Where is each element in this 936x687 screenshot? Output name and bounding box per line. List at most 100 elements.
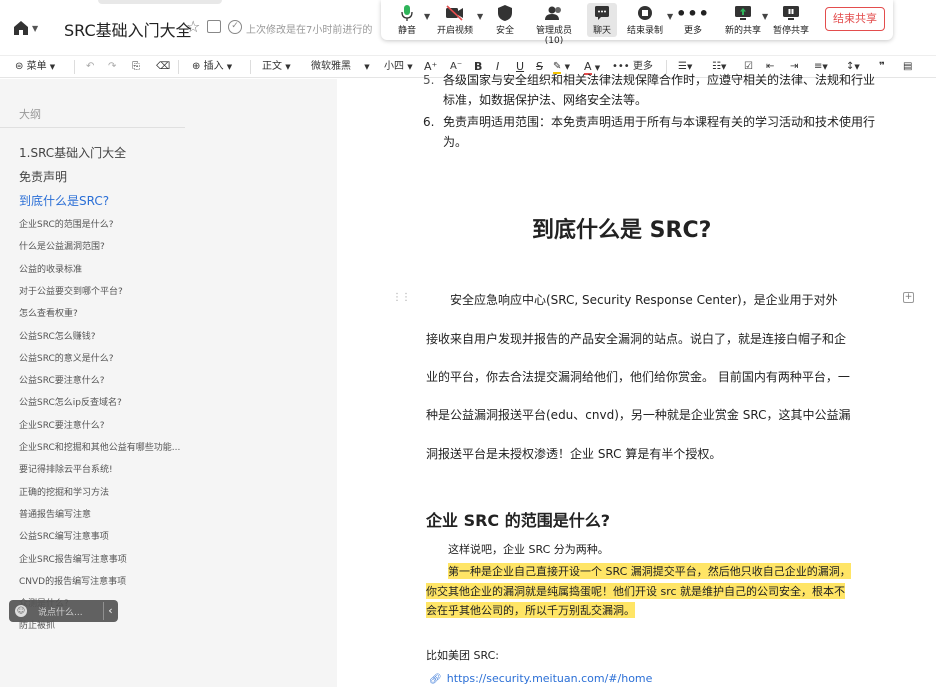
outline-item[interactable]: 普通报告编写注意 [19, 507, 91, 520]
end-recording-button[interactable]: 结束录制 [623, 3, 667, 37]
outline-item[interactable]: 公益SRC怎么赚钱? [19, 329, 96, 342]
mute-button[interactable]: 静音 [385, 3, 429, 37]
outline-divider [0, 127, 185, 128]
insert-plus-icon: ⊕ [192, 61, 201, 72]
paragraph-style-select[interactable]: 正文 ▼ [262, 59, 291, 75]
list-item-6-line2: 为。 [443, 135, 468, 149]
pause-share-label: 暂停共享 [772, 26, 809, 36]
redo-icon[interactable]: ↷ [108, 59, 116, 75]
manage-members-label: 管理成员(10) [535, 26, 572, 46]
outline-heading: 大纲 [19, 108, 41, 121]
insert-label: 插入 [203, 61, 224, 72]
font-size-caret-icon: ▼ [407, 63, 413, 71]
toolbar-divider [250, 60, 251, 74]
insert-button[interactable]: ⊕ 插入 ▼ [192, 59, 232, 75]
menu-label: 菜单 [26, 61, 47, 72]
paragraph-line: 安全应急响应中心(SRC, Security Response Center)，… [450, 293, 838, 307]
format-painter-icon[interactable]: ⎘ [132, 59, 140, 75]
list-item-6-line1: 免责声明适用范围：本免责声明适用于所有与本课程有关的学习活动和技术使用行 [443, 115, 876, 129]
outline-item[interactable]: 怎么查看权重? [19, 306, 78, 319]
undo-icon[interactable]: ↶ [86, 59, 94, 75]
highlighted-line: 第一种是企业自己直接开设一个 SRC 漏洞提交平台，然后他只收自己企业的漏洞， [448, 563, 851, 579]
chat-input-toast[interactable]: ☺ 说点什么... ‹ [9, 600, 118, 622]
more-button[interactable]: ••• 更多 [671, 3, 715, 37]
collapse-chat-icon[interactable]: ‹ [103, 602, 117, 620]
outline-sidebar: 大纲 1.SRC基础入门大全 免责声明 到底什么是SRC? 企业SRC的范围是什… [0, 79, 200, 687]
outline-item[interactable]: 正确的挖掘和学习方法 [19, 485, 109, 498]
outline-item[interactable]: 企业SRC的范围是什么? [19, 217, 114, 230]
highlighted-line: 会在乎其他公司的，所以千万别乱交漏洞。 [426, 602, 635, 618]
move-to-folder-icon[interactable] [207, 20, 221, 33]
link-text[interactable]: https://security.meituan.com/#/home [447, 672, 653, 685]
home-dropdown-icon[interactable]: ▼ [32, 24, 38, 33]
end-share-button[interactable]: 结束共享 [825, 7, 885, 31]
paragraph-line: 业的平台，你去合法提交漏洞给他们，他们给你赏金。 目前国内有两种平台，一 [426, 370, 850, 384]
link-icon: 🔗︎ [429, 674, 442, 685]
start-video-button[interactable]: 开启视频 [433, 3, 477, 37]
highlighted-line: 你交其他企业的漏洞就是纯属捣蛋呢！他们开设 src 就是维护自己的公司安全，根本… [426, 583, 846, 599]
mute-options-caret-icon[interactable]: ▼ [424, 12, 430, 21]
more-label: 更多 [683, 26, 702, 36]
microphone-icon [385, 3, 429, 23]
home-icon[interactable] [12, 19, 30, 37]
outline-item[interactable]: 公益SRC编写注意事项 [19, 529, 109, 542]
insert-caret-icon: ▼ [226, 63, 233, 71]
font-family-value: 微软雅黑 [311, 61, 351, 72]
new-share-button[interactable]: 新的共享 [721, 3, 765, 37]
shield-icon [483, 3, 527, 23]
outline-item-what-is-src[interactable]: 到底什么是SRC? [19, 192, 109, 209]
screen-share-icon [721, 3, 765, 23]
outline-item[interactable]: 企业SRC和挖掘和其他公益有哪些功能... [19, 440, 180, 453]
more-tools-icon[interactable]: ▤ [903, 59, 912, 75]
meeting-toolbar: 静音 ▼ 开启视频 ▼ 安全 管理成员(10) 聊天 结束录制 ▼ ••• 更多… [381, 0, 893, 46]
outline-item[interactable]: 企业SRC报告编写注意事项 [19, 552, 127, 565]
outline-item[interactable]: 公益的收录标准 [19, 262, 82, 275]
menu-caret-icon: ▼ [49, 63, 56, 71]
add-comment-icon[interactable]: + [903, 292, 914, 303]
outline-item[interactable]: 公益SRC怎么ip反查域名? [19, 395, 122, 408]
saved-check-icon: ✓ [228, 20, 242, 34]
stop-record-icon [623, 3, 667, 23]
outline-item[interactable]: 对于公益要交到哪个平台? [19, 284, 123, 297]
toolbar-divider [74, 60, 75, 74]
outline-item[interactable]: 公益SRC要注意什么? [19, 373, 105, 386]
new-share-label: 新的共享 [724, 26, 761, 36]
outline-item-src-basics[interactable]: 1.SRC基础入门大全 [19, 144, 126, 161]
browser-tab-stub [98, 0, 222, 4]
outline-item[interactable]: CNVD的报告编写注意事项 [19, 574, 126, 587]
heading-what-is-src: 到底什么是 SRC? [532, 218, 712, 243]
outline-item[interactable]: 公益SRC的意义是什么? [19, 351, 114, 364]
menu-button[interactable]: ⊜ 菜单 ▼ [15, 59, 55, 75]
members-icon [528, 3, 580, 23]
meituan-src-link[interactable]: 🔗︎ https://security.meituan.com/#/home [429, 667, 652, 686]
more-dots-icon: ••• [676, 3, 710, 23]
manage-members-button[interactable]: 管理成员(10) [528, 3, 580, 46]
list-item-5-line1: 各级国家与安全组织和相关法律法规保障合作时，应遵守相关的法律、法规和行业 [443, 73, 876, 87]
outline-item[interactable]: 企业SRC要注意什么? [19, 418, 105, 431]
document-title[interactable]: SRC基础入门大全 [64, 17, 192, 41]
security-button[interactable]: 安全 [483, 3, 527, 37]
font-family-caret-icon: ▼ [364, 63, 370, 71]
drag-handle-icon[interactable]: ⋮⋮ [392, 292, 411, 303]
paragraph-style-value: 正文 [262, 61, 282, 72]
security-label: 安全 [495, 26, 514, 36]
pause-share-button[interactable]: 暂停共享 [769, 3, 813, 37]
outline-item[interactable]: 什么是公益漏洞范围? [19, 239, 105, 252]
pause-icon [769, 3, 813, 23]
chat-label: 聊天 [592, 26, 611, 36]
share-options-caret-icon[interactable]: ▼ [762, 12, 768, 21]
chat-bubble-icon [587, 3, 617, 23]
paragraph-line: 接收来自用户发现并报告的产品安全漏洞的站点。说白了，就是连接白帽子和企 [426, 332, 847, 346]
chat-button[interactable]: 聊天 [587, 3, 617, 37]
outline-item-disclaimer[interactable]: 免责声明 [19, 168, 67, 185]
list-number: 5. [423, 73, 435, 87]
star-icon[interactable]: ☆ [186, 17, 200, 36]
font-size-select[interactable]: 小四 ▼ [384, 59, 413, 75]
clear-format-icon[interactable]: ⌫ [156, 59, 170, 75]
quote-icon[interactable]: ❞ [879, 59, 885, 75]
emoji-icon[interactable]: ☺ [15, 605, 27, 617]
outline-item[interactable]: 要记得排除云平台系统! [19, 462, 113, 475]
paragraph-style-caret-icon: ▼ [285, 63, 291, 71]
font-family-select[interactable]: 微软雅黑 ▼ [311, 59, 370, 75]
chat-input-placeholder[interactable]: 说点什么... [38, 605, 83, 618]
